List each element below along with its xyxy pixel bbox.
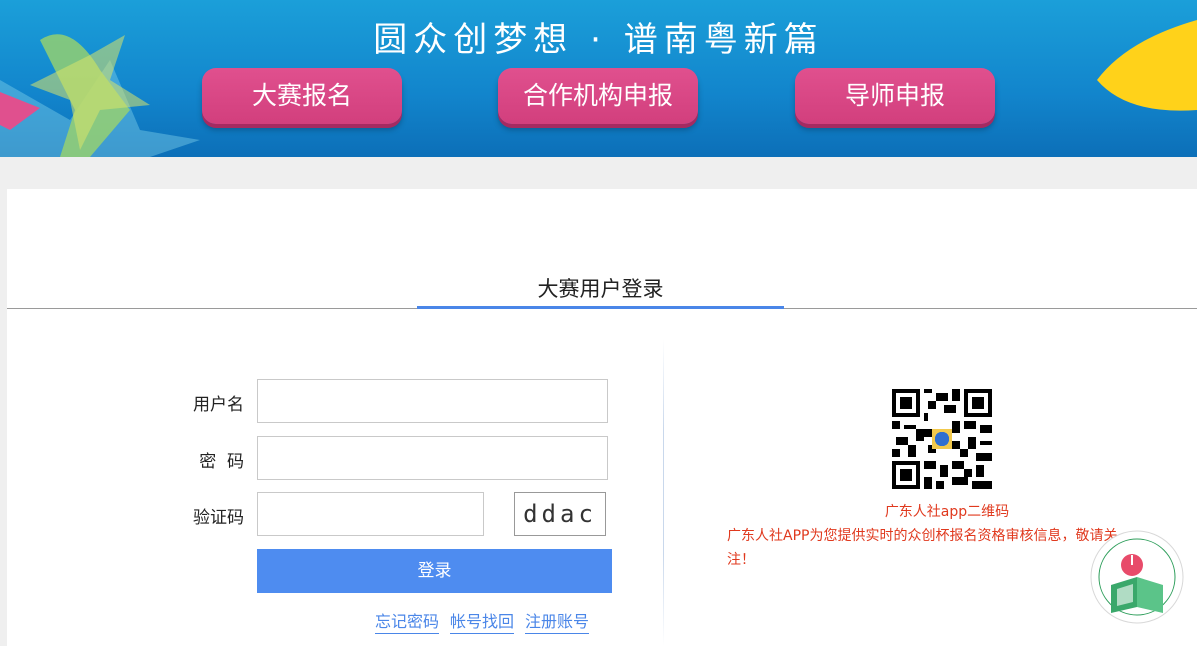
username-input[interactable] — [257, 379, 608, 423]
mentor-apply-button[interactable]: 导师申报 — [795, 68, 995, 124]
register-account-link[interactable]: 注册账号 — [525, 612, 590, 634]
login-button[interactable]: 登录 — [257, 549, 612, 593]
password-input[interactable] — [257, 436, 608, 480]
account-links: 忘记密码 帐号找回 注册账号 — [375, 608, 615, 634]
school-seal-logo-icon — [1090, 530, 1184, 624]
username-label: 用户名 — [193, 395, 244, 415]
forgot-password-link[interactable]: 忘记密码 — [375, 612, 440, 634]
partner-apply-button[interactable]: 合作机构申报 — [498, 68, 698, 124]
captcha-image[interactable]: ddac — [514, 492, 606, 536]
qr-description: 广东人社APP为您提供实时的众创杯报名资格审核信息，敬请关注！ — [727, 528, 1118, 568]
login-card: 大赛用户登录 用户名 密 码 验证码 ddac 登录 忘记密码 帐号找回 注册账号 — [7, 189, 1197, 646]
captcha-label: 验证码 — [193, 508, 244, 528]
banner-slogan: 圆众创梦想 · 谱南粤新篇 — [373, 20, 824, 60]
qr-caption: 广东人社app二维码 — [884, 504, 1010, 520]
recover-account-link[interactable]: 帐号找回 — [450, 612, 515, 634]
captcha-input[interactable] — [257, 492, 484, 536]
vertical-divider — [663, 339, 664, 646]
title-underline — [417, 306, 784, 309]
qr-code-icon — [892, 389, 992, 489]
password-label: 密 码 — [199, 452, 244, 472]
header-banner: 圆众创梦想 · 谱南粤新篇 大赛报名 合作机构申报 导师申报 — [0, 0, 1197, 157]
login-title: 大赛用户登录 — [537, 277, 664, 301]
competition-signup-button[interactable]: 大赛报名 — [202, 68, 402, 124]
